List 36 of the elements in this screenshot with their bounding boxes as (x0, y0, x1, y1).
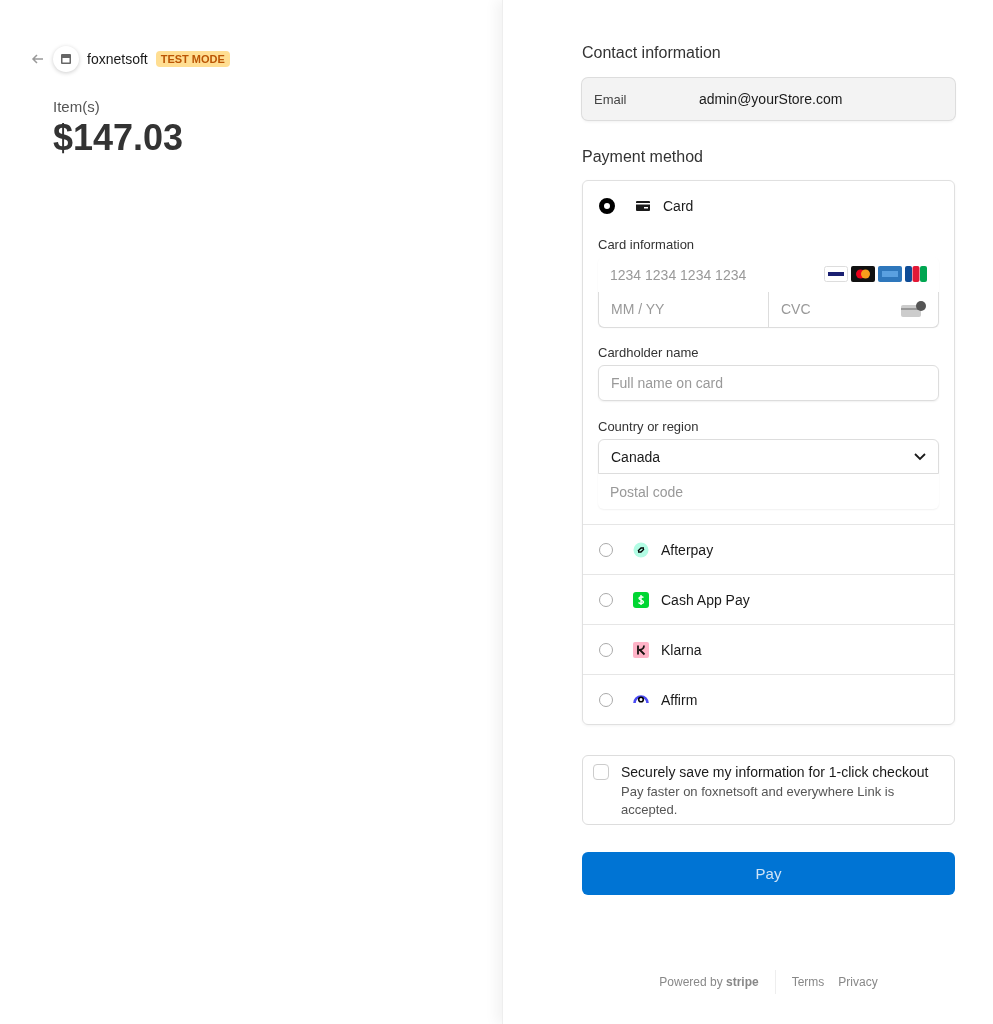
cardholder-name-field[interactable]: Full name on card (598, 365, 939, 401)
powered-by-text: Powered by stripe (659, 975, 759, 990)
back-arrow-icon[interactable] (31, 52, 45, 66)
card-brand-icon (905, 266, 927, 282)
footer-link[interactable]: Privacy (838, 975, 878, 990)
summary-label: Item(s) (53, 98, 101, 115)
field-label: Country or region (598, 419, 700, 434)
payment-method-label[interactable]: Card (663, 198, 694, 214)
cvc-card-icon (901, 301, 927, 317)
store-icon (53, 46, 79, 72)
checkbox[interactable] (593, 764, 609, 780)
test-mode-badge: TEST MODE (155, 51, 230, 67)
card-number-field[interactable]: 1234 1234 1234 1234 (598, 258, 939, 291)
section-heading: Contact information (582, 44, 722, 62)
footer-link[interactable]: Terms (791, 975, 825, 990)
field-label: Card information (598, 237, 696, 252)
card-brand-icon (878, 266, 902, 282)
postal-code-field[interactable]: Postal code (598, 475, 939, 508)
payment-method-label[interactable]: Klarna (661, 641, 702, 658)
email-field[interactable]: Email admin@yourStore.com (582, 78, 955, 120)
payment-method-label[interactable]: Afterpay (661, 541, 714, 558)
payment-method-label[interactable]: Cash App Pay (661, 591, 750, 608)
card-brand-icon (824, 266, 848, 282)
radio-button[interactable] (599, 198, 615, 214)
chevron-down-icon (914, 452, 926, 461)
expiry-field[interactable]: MM / YY (598, 291, 768, 328)
pay-button[interactable]: Pay (582, 852, 955, 896)
field-label: Cardholder name (598, 345, 700, 360)
save-info-title: Securely save my information for 1-click checkout (621, 764, 930, 780)
total-amount: $147.03 (53, 117, 185, 159)
merchant-name: foxnetsoft (87, 51, 148, 67)
save-info-description: Pay faster on foxnetsoft and everywhere Link is accepted. (621, 783, 896, 819)
card-brand-icon (851, 266, 875, 282)
section-heading: Payment method (582, 148, 704, 166)
country-select[interactable]: Canada (598, 439, 939, 474)
payment-method-label[interactable]: Affirm (661, 691, 698, 708)
